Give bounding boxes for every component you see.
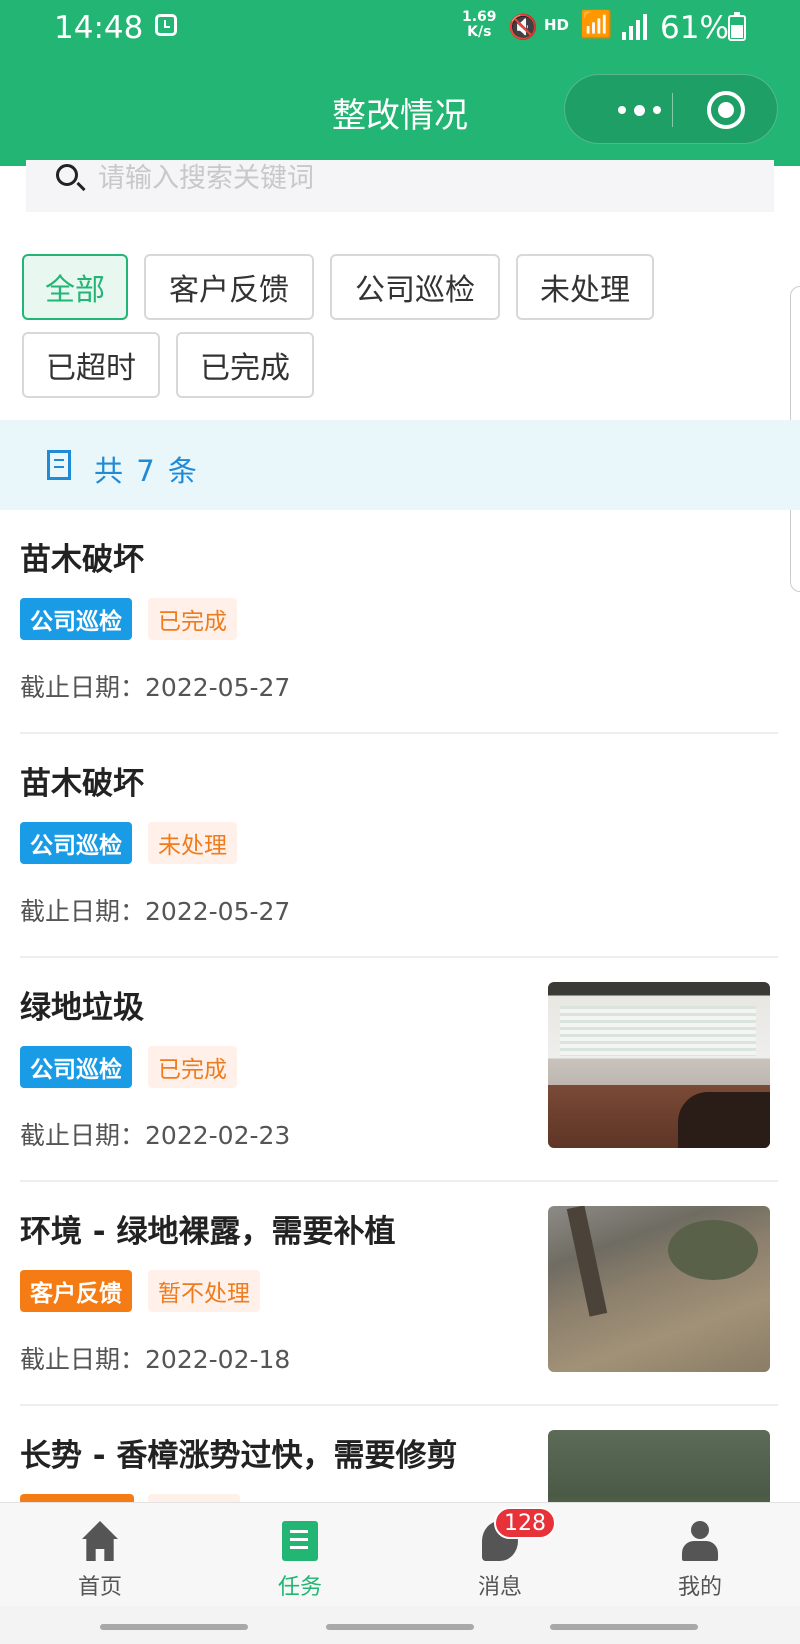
deadline: 截止日期：2022-05-27 [20, 668, 290, 704]
type-tag: 公司巡检 [20, 1046, 132, 1088]
deadline: 截止日期：2022-02-23 [20, 1116, 290, 1152]
deadline-label: 截止日期： [20, 1345, 146, 1374]
type-tag [20, 1494, 134, 1502]
result-count: 共 7 条 [94, 454, 199, 488]
tab-tasks[interactable]: 任务 [200, 1503, 400, 1607]
deadline-date: 2022-02-23 [145, 1121, 291, 1150]
bottom-tab-bar: 首页 任务 消息 我的 128 [0, 1502, 800, 1606]
home-icon [82, 1521, 118, 1561]
nav-handle[interactable] [326, 1624, 474, 1630]
item-photo[interactable] [548, 1206, 770, 1372]
deadline-label: 截止日期： [20, 673, 146, 702]
result-count-bar: 共 7 条 [0, 420, 800, 510]
tab-mine[interactable]: 我的 [600, 1503, 800, 1607]
filter-completed[interactable]: 已完成 [176, 332, 314, 398]
filter-overdue[interactable]: 已超时 [22, 332, 160, 398]
message-count-badge: 128 [494, 1507, 556, 1539]
target-icon[interactable] [707, 91, 745, 129]
filter-all[interactable]: 全部 [22, 254, 128, 320]
deadline-label: 截止日期： [20, 897, 146, 926]
deadline: 截止日期：2022-05-27 [20, 892, 290, 928]
item-title: 长势 - 香樟涨势过快，需要修剪 [20, 1438, 458, 1474]
list-item[interactable]: 环境 - 绿地裸露，需要补植 客户反馈 暂不处理 截止日期：2022-02-18 [20, 1182, 778, 1406]
tab-label: 首页 [77, 1575, 122, 1600]
search-input[interactable] [98, 160, 698, 196]
status-tag: 已完成 [148, 1046, 237, 1088]
deadline-date: 2022-05-27 [145, 673, 291, 702]
system-nav-bar [0, 1606, 800, 1644]
item-photo[interactable] [548, 982, 770, 1148]
item-title: 绿地垃圾 [20, 990, 144, 1026]
capsule-divider [672, 93, 673, 127]
status-bar: 14:48 1.69 K/s 🔇 HD 📶 61% [0, 0, 800, 56]
mini-program-capsule [564, 74, 778, 144]
item-title: 苗木破坏 [20, 542, 144, 578]
filter-unprocessed[interactable]: 未处理 [516, 254, 654, 320]
network-speed: 1.69 K/s [462, 10, 497, 40]
tab-home[interactable]: 首页 [0, 1503, 200, 1607]
battery-percent: 61% [660, 10, 729, 46]
type-tag: 客户反馈 [20, 1270, 132, 1312]
top-bar: 14:48 1.69 K/s 🔇 HD 📶 61% 整改情况 [0, 0, 800, 166]
item-photo[interactable] [548, 1430, 770, 1502]
mute-icon: 🔇 [508, 13, 538, 41]
filter-company-inspection[interactable]: 公司巡检 [330, 254, 500, 320]
tab-label: 任务 [277, 1575, 322, 1600]
list-item[interactable]: 长势 - 香樟涨势过快，需要修剪 [20, 1406, 778, 1502]
deadline-date: 2022-05-27 [145, 897, 291, 926]
status-tag: 已完成 [148, 598, 237, 640]
status-tag: 暂不处理 [148, 1270, 260, 1312]
status-tag [148, 1494, 240, 1502]
type-tag: 公司巡检 [20, 598, 132, 640]
list-icon [47, 450, 71, 480]
status-time: 14:48 [54, 10, 144, 46]
search-icon [56, 164, 78, 186]
item-title: 苗木破坏 [20, 766, 144, 802]
list-item[interactable]: 绿地垃圾 公司巡检 已完成 截止日期：2022-02-23 [20, 958, 778, 1182]
search-bar [26, 160, 774, 212]
tab-label: 我的 [677, 1575, 722, 1600]
hd-indicator: HD [544, 16, 570, 34]
filter-customer-feedback[interactable]: 客户反馈 [144, 254, 314, 320]
nav-handle[interactable] [550, 1624, 698, 1630]
task-list: 苗木破坏 公司巡检 已完成 截止日期：2022-05-27 苗木破坏 公司巡检 … [0, 510, 800, 1502]
more-dots-icon[interactable] [595, 75, 683, 145]
type-tag: 公司巡检 [20, 822, 132, 864]
list-item[interactable]: 苗木破坏 公司巡检 未处理 截止日期：2022-05-27 [20, 734, 778, 958]
clock-app-icon [155, 14, 177, 36]
deadline-date: 2022-02-18 [145, 1345, 291, 1374]
status-tag: 未处理 [148, 822, 237, 864]
tab-label: 消息 [477, 1575, 522, 1600]
wifi-icon: 📶 [580, 10, 613, 40]
network-speed-value: 1.69 [462, 9, 497, 25]
task-book-icon [282, 1521, 318, 1561]
user-icon [682, 1521, 718, 1561]
signal-icon [620, 12, 650, 40]
battery-icon [728, 12, 746, 41]
nav-handle[interactable] [100, 1624, 248, 1630]
item-title: 环境 - 绿地裸露，需要补植 [20, 1214, 396, 1250]
deadline-label: 截止日期： [20, 1121, 146, 1150]
list-item[interactable]: 苗木破坏 公司巡检 已完成 截止日期：2022-05-27 [20, 510, 778, 734]
deadline: 截止日期：2022-02-18 [20, 1340, 290, 1376]
network-speed-unit: K/s [467, 24, 492, 40]
